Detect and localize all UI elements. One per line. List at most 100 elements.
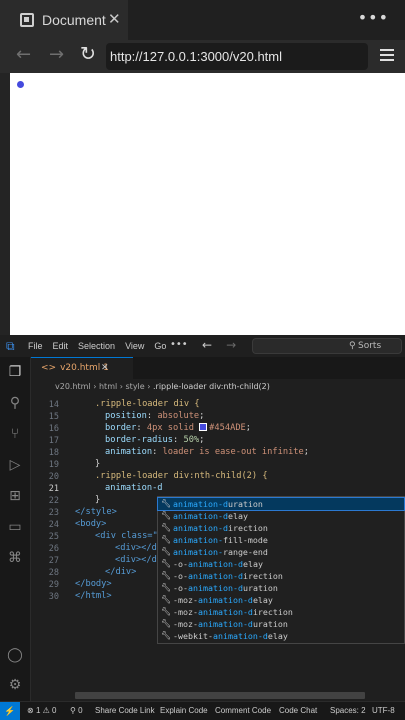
share-code-link-button[interactable]: Share Code Link <box>95 706 155 715</box>
viewport-left-edge <box>0 73 10 335</box>
code-line: <div class=" <box>95 531 158 541</box>
property-wrench-icon: 🔧︎ <box>161 499 172 508</box>
browser-tab[interactable]: Document ✕ <box>0 0 128 40</box>
nav-back-icon[interactable]: ← <box>202 338 212 352</box>
forward-arrow-icon[interactable]: → <box>49 44 64 65</box>
suggestion-match: animation-d <box>173 523 228 533</box>
breadcrumb-file[interactable]: v20.html <box>55 382 91 391</box>
code-line: <body> <box>75 519 107 529</box>
python-icon[interactable]: ⌘ <box>6 549 24 567</box>
browser-tabbar: Document ✕ ••• <box>0 0 405 40</box>
suggestion-item[interactable]: 🔧︎ -o-animation-direction <box>158 570 404 582</box>
suggestion-rest: uration <box>242 583 278 593</box>
suggestion-match: animation-d <box>197 607 253 617</box>
screen: Document ✕ ••• ← → ↻ http://127.0.0.1:30… <box>0 0 405 720</box>
suggestion-item[interactable]: 🔧︎ -moz-animation-direction <box>158 606 404 618</box>
line-number: 15 <box>48 412 59 422</box>
suggestion-item[interactable]: 🔧︎ -webkit-animation-delay <box>158 630 404 642</box>
reload-icon[interactable]: ↻ <box>80 43 96 65</box>
close-tab-icon[interactable]: ✕ <box>108 10 121 28</box>
address-bar[interactable]: http://127.0.0.1:3000/v20.html <box>106 43 368 70</box>
extensions-icon[interactable]: ⊞ <box>6 487 24 505</box>
remote-explorer-icon[interactable]: ▭ <box>6 518 24 536</box>
horizontal-scrollbar[interactable] <box>75 692 365 699</box>
ports-indicator[interactable]: ⚲ 0 <box>70 706 83 715</box>
problems-indicator[interactable]: ⊗ 1 ⚠ 0 <box>27 706 56 715</box>
menu-go[interactable]: Go <box>154 341 166 351</box>
menu-edit[interactable]: Edit <box>53 341 69 351</box>
suggestion-item[interactable]: 🔧︎ -moz-animation-duration <box>158 618 404 630</box>
back-arrow-icon[interactable]: ← <box>16 44 31 65</box>
encoding-indicator[interactable]: UTF-8 <box>372 706 395 715</box>
breadcrumb-style[interactable]: style <box>126 382 145 391</box>
suggestion-item[interactable]: 🔧︎ -o-animation-delay <box>158 558 404 570</box>
suggestion-rest: range-end <box>222 547 268 557</box>
explain-code-button[interactable]: Explain Code <box>160 706 208 715</box>
comment-code-button[interactable]: Comment Code <box>215 706 271 715</box>
suggestion-match: animation-d <box>173 499 228 509</box>
suggestion-item[interactable]: 🔧︎ animation-range-end <box>158 546 404 558</box>
suggestion-rest: fill-mode <box>222 535 268 545</box>
nav-forward-icon[interactable]: → <box>226 338 236 352</box>
suggestion-rest: uration <box>227 499 263 509</box>
suggestion-match: animation- <box>173 535 223 545</box>
code-line: animation: loader is ease-out infinite; <box>105 447 309 457</box>
line-number: 30 <box>48 592 59 602</box>
editor-tab-v20[interactable]: <> v20.html 1 ✕ <box>31 357 133 379</box>
editor-tab-label: v20.html <box>60 363 101 373</box>
suggestion-item[interactable]: 🔧︎ animation-fill-mode <box>158 534 404 546</box>
menu-selection[interactable]: Selection <box>78 341 115 351</box>
property-wrench-icon: 🔧︎ <box>161 631 172 640</box>
code-chat-button[interactable]: Code Chat <box>279 706 317 715</box>
property-wrench-icon: 🔧︎ <box>161 571 172 580</box>
line-number: 20 <box>48 472 59 482</box>
settings-gear-icon[interactable]: ⚙ <box>6 676 24 694</box>
more-options-icon[interactable]: ••• <box>358 8 389 27</box>
menu-file[interactable]: File <box>28 341 43 351</box>
menu-view[interactable]: View <box>125 341 144 351</box>
breadcrumb-selector[interactable]: .ripple-loader div:nth-child(2) <box>153 382 270 391</box>
line-number: 19 <box>48 460 59 470</box>
close-editor-icon[interactable]: ✕ <box>101 358 109 378</box>
command-center-search[interactable]: Sorts <box>252 338 402 354</box>
html-file-icon: <> <box>41 363 57 373</box>
suggestion-rest: elay <box>227 511 248 521</box>
code-line: <div></di <box>115 555 163 565</box>
code-line: </html> <box>75 591 112 601</box>
line-number: 26 <box>48 544 59 554</box>
property-wrench-icon: 🔧︎ <box>161 619 172 628</box>
suggestion-rest: elay <box>242 559 263 569</box>
line-number: 18 <box>48 448 59 458</box>
suggestion-match: animation-d <box>197 619 253 629</box>
search-icon[interactable]: ⚲ <box>6 394 24 412</box>
explorer-icon[interactable]: ❐ <box>6 363 24 381</box>
autocomplete-suggestions: 🔧︎ animation-duration 🔧︎ animation-delay 🔧︎ a… <box>157 496 405 644</box>
document-icon <box>20 13 34 27</box>
line-number: 27 <box>48 556 59 566</box>
remote-indicator-icon[interactable]: ⚡ <box>0 702 20 720</box>
run-debug-icon[interactable]: ▷ <box>6 456 24 474</box>
suggestion-item[interactable]: 🔧︎ -moz-animation-delay <box>158 594 404 606</box>
ripple-loader-dot <box>17 81 24 88</box>
editor-tabs: <> v20.html 1 ✕ <box>31 357 405 379</box>
source-control-icon[interactable]: ⑂ <box>6 425 24 443</box>
indentation-indicator[interactable]: Spaces: 2 <box>330 706 366 715</box>
color-swatch[interactable] <box>199 423 208 431</box>
code-line: position: absolute; <box>105 411 205 421</box>
property-wrench-icon: 🔧︎ <box>161 607 172 616</box>
suggestion-prefix: -o- <box>173 559 188 569</box>
suggestion-item[interactable]: 🔧︎ animation-direction <box>158 522 404 534</box>
menu-bar: File Edit Selection View Go <box>28 341 176 351</box>
more-menus-icon[interactable]: ••• <box>170 339 188 350</box>
suggestion-item[interactable]: 🔧︎ animation-delay <box>158 510 404 522</box>
hamburger-menu-icon[interactable] <box>380 49 394 61</box>
vscode-logo-icon: ⧉ <box>6 339 15 353</box>
account-icon[interactable]: ◯ <box>6 646 24 664</box>
property-wrench-icon: 🔧︎ <box>161 595 172 604</box>
suggestion-item[interactable]: 🔧︎ animation-duration <box>157 497 405 511</box>
line-number: 29 <box>48 580 59 590</box>
property-wrench-icon: 🔧︎ <box>161 511 172 520</box>
suggestion-item[interactable]: 🔧︎ -o-animation-duration <box>158 582 404 594</box>
breadcrumb-html[interactable]: html <box>99 382 117 391</box>
suggestion-match: animation-d <box>188 559 243 569</box>
